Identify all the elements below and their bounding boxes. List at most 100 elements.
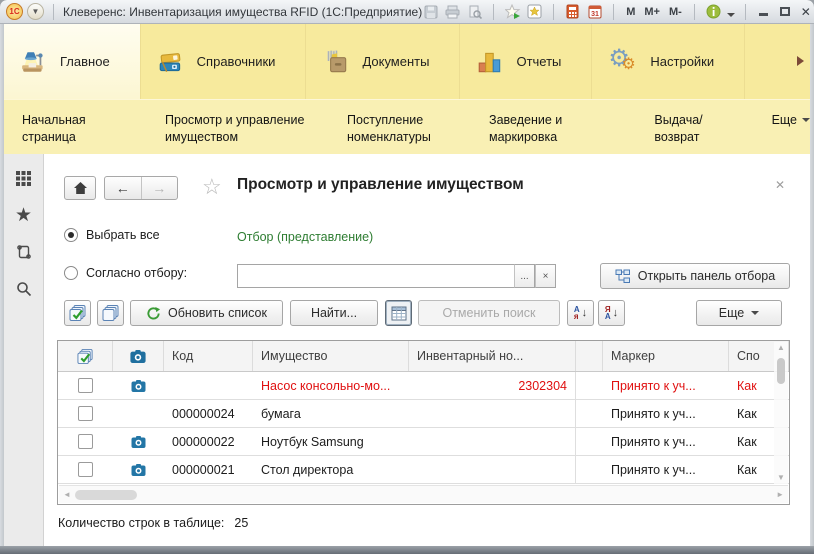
cell-spacer [576,456,603,483]
configure-list-button[interactable] [385,300,412,326]
close-icon[interactable]: ✕ [798,5,814,19]
tab-glavnoe[interactable]: Главное [4,24,141,99]
print-icon[interactable] [444,4,461,20]
memory-subtract-button[interactable]: M- [667,6,684,18]
calculator-icon[interactable] [564,4,581,20]
desk-lamp-icon [20,48,48,76]
by-filter-radio[interactable] [64,266,78,280]
divider [553,4,554,20]
cell-inventory [409,400,576,427]
calendar-icon[interactable]: 31 [586,4,603,20]
maximize-icon[interactable] [777,5,793,19]
tab-dokumenty[interactable]: Документы [306,24,460,99]
column-code-header[interactable]: Код [164,341,253,371]
row-checkbox[interactable] [78,406,93,421]
scroll-left-icon[interactable]: ◄ [63,490,71,499]
system-menu-arrow-icon[interactable]: ▼ [27,3,44,20]
cell-marker: Принято к уч... [603,456,729,483]
menu-grid-icon[interactable] [14,168,34,188]
horizontal-scrollbar[interactable]: ◄ ► [59,485,788,503]
window-frame-bottom [0,546,814,554]
scroll-up-icon[interactable]: ▲ [777,342,785,354]
books-icon [157,48,185,76]
forward-button[interactable]: → [142,180,178,196]
scrollbar-thumb[interactable] [777,358,785,384]
history-scroll-icon[interactable] [14,242,34,262]
row-checkbox[interactable] [78,462,93,477]
cell-code: 000000022 [164,428,253,455]
column-asset-header[interactable]: Имущество [253,341,409,371]
scroll-right-icon[interactable]: ► [776,490,784,499]
filter-input[interactable] [237,264,514,288]
tab-spravochniki[interactable]: Справочники [141,24,307,99]
open-filter-panel-button[interactable]: Открыть панель отбора [600,263,790,289]
refresh-list-button[interactable]: Обновить список [130,300,283,326]
save-icon[interactable] [422,4,439,20]
row-checkbox[interactable] [78,378,93,393]
filter-input-group: ... × [237,264,556,288]
row-checkbox[interactable] [78,434,93,449]
divider [613,4,614,20]
column-checkmarks-header[interactable] [58,341,113,371]
add-favorite-icon[interactable] [504,4,521,20]
menu-item-issue-return[interactable]: Выдача/возврат [654,112,741,154]
table-header-row: Код Имущество Инвентарный но... Маркер С… [58,341,789,372]
menu-item-receipt[interactable]: Поступление номенклатуры [347,112,459,154]
window-title: Клеверенс: Инвентаризация имущества RFID… [63,5,422,19]
column-inventory-header[interactable]: Инвентарный но... [409,341,576,371]
menu-item-home[interactable]: Начальная страница [22,112,135,154]
favorite-toggle-star-icon[interactable]: ☆ [202,174,222,200]
table-row[interactable]: Насос консольно-мо... 2302304 Принято к … [58,372,789,400]
column-photo-header[interactable] [113,341,164,371]
table-row[interactable]: 000000022 Ноутбук Samsung Принято к уч..… [58,428,789,456]
assets-table: Код Имущество Инвентарный но... Маркер С… [57,340,790,505]
form-close-icon[interactable]: ✕ [775,178,785,192]
cell-asset: Ноутбук Samsung [253,428,409,455]
uncheck-all-button[interactable] [97,300,124,326]
favorites-star-icon[interactable]: ★ [14,205,34,225]
tab-otchety[interactable]: Отчеты [460,24,592,99]
find-button[interactable]: Найти... [290,300,378,326]
check-all-button[interactable] [64,300,91,326]
chevron-down-icon [802,118,810,122]
filter-clear-button[interactable]: × [535,264,556,288]
ribbon-tabs: Главное Справочники Документы Отчеты [4,24,810,99]
home-button[interactable] [64,176,96,200]
memory-store-button[interactable]: M [624,6,637,18]
memory-add-button[interactable]: M+ [642,6,662,18]
column-spacer-header [576,341,603,371]
scroll-down-icon[interactable]: ▼ [777,472,785,484]
table-grid-icon [391,306,407,321]
favorites-icon[interactable] [526,4,543,20]
minimize-icon[interactable] [756,5,772,19]
more-actions-button[interactable]: Еще [696,300,782,326]
scrollbar-thumb[interactable] [75,490,137,500]
cell-spacer [576,428,603,455]
chevron-down-icon [751,311,759,315]
filter-presentation-link[interactable]: Отбор (представление) [237,230,373,244]
sort-descending-button[interactable]: ЯА ↓ [598,300,625,326]
cancel-search-button[interactable]: Отменить поиск [418,300,560,326]
select-all-radio[interactable] [64,228,78,242]
search-icon[interactable] [14,279,34,299]
row-count-value: 25 [234,516,248,530]
column-marker-header[interactable]: Маркер [603,341,729,371]
info-icon[interactable] [705,4,722,20]
tabs-overflow-arrow-icon[interactable] [797,56,804,66]
menu-item-view-manage[interactable]: Просмотр и управление имуществом [165,112,317,154]
cell-inventory [409,428,576,455]
menu-item-marking[interactable]: Заведение и маркировка [489,112,624,154]
sort-ascending-button[interactable]: Ая ↓ [567,300,594,326]
cell-spacer [576,400,603,427]
preview-icon[interactable] [466,4,483,20]
by-filter-label: Согласно отбору: [86,266,187,280]
info-dropdown-icon[interactable] [727,13,735,17]
menu-item-more[interactable]: Еще [772,112,810,154]
table-row[interactable]: 000000024 бумага Принято к уч... Как [58,400,789,428]
tab-nastroyki[interactable]: ⚙ ⚙ Настройки [592,24,745,99]
select-all-label: Выбрать все [86,228,160,242]
table-row[interactable]: 000000021 Стол директора Принято к уч...… [58,456,789,484]
vertical-scrollbar[interactable]: ▲ ▼ [774,342,788,484]
filter-ellipsis-button[interactable]: ... [514,264,535,288]
back-button[interactable]: ← [105,180,141,196]
